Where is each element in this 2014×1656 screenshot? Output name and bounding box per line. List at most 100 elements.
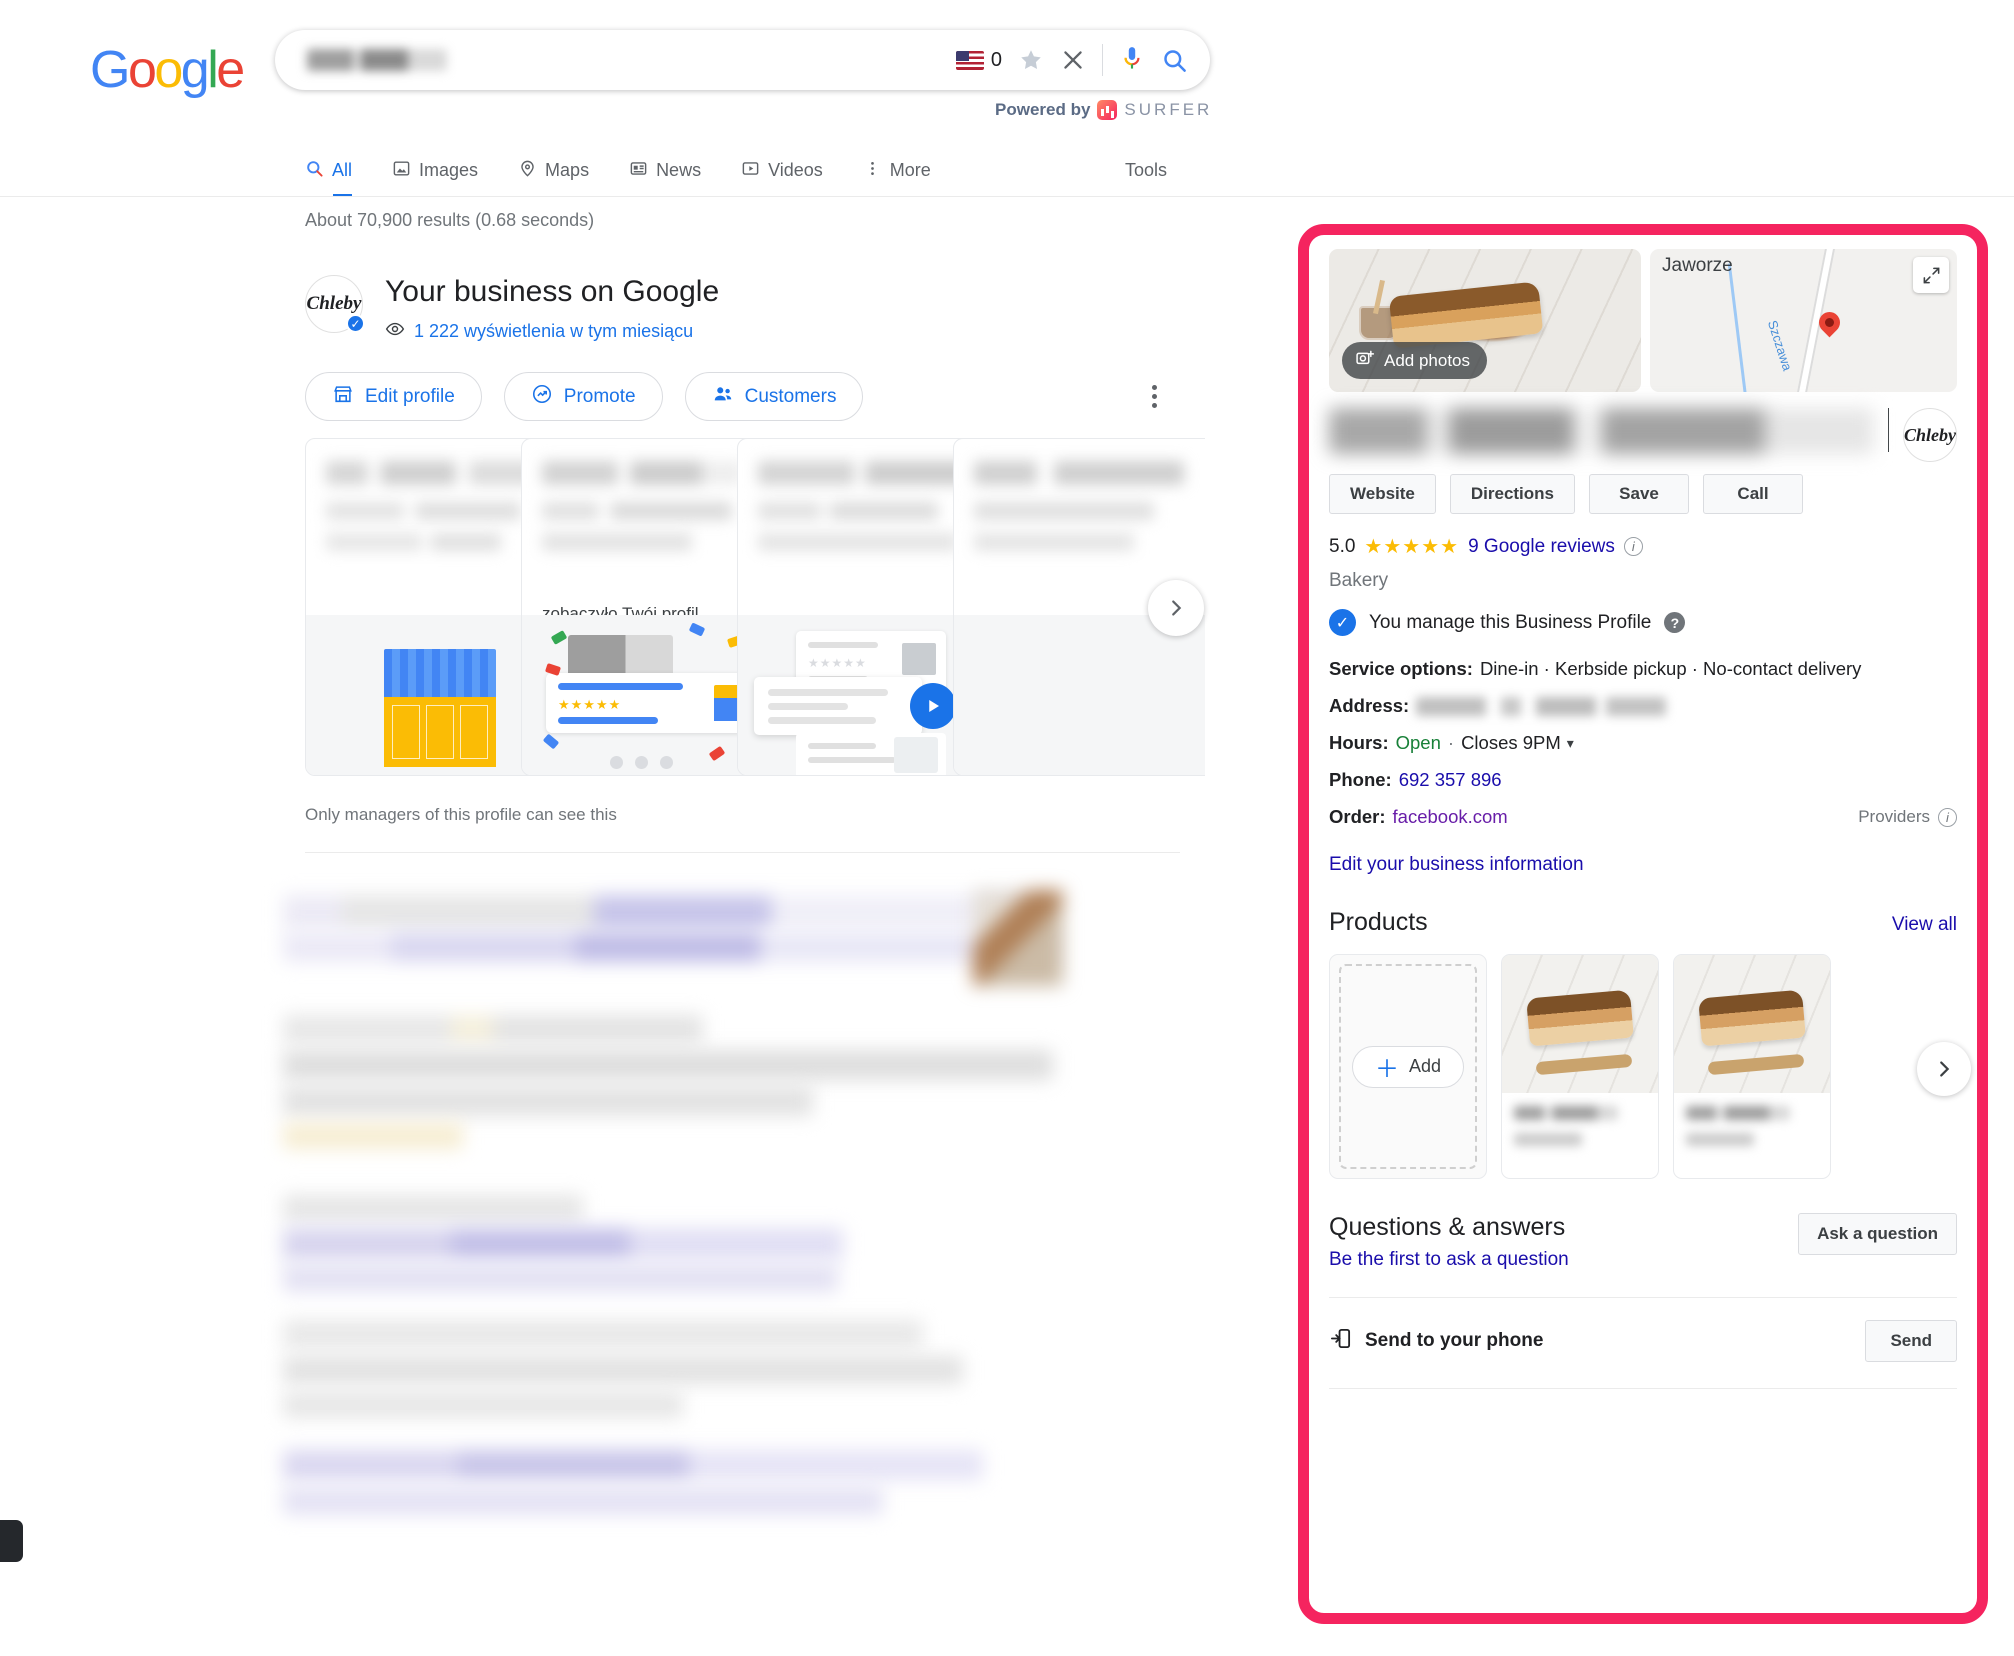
tab-all[interactable]: All [305,144,353,197]
profile-views-link[interactable]: 1 222 wyświetlenia w tym miesiącu [385,319,719,344]
close-icon[interactable] [1060,47,1086,73]
surfer-logo-icon [1097,100,1118,120]
carousel-next-button[interactable] [1148,580,1204,636]
help-icon[interactable]: ? [1664,612,1686,633]
customers-button[interactable]: Customers [684,372,864,421]
star-icon[interactable] [1018,47,1044,73]
map-river [1727,263,1748,392]
expand-icon[interactable] [1913,257,1949,293]
order-label: Order: [1329,806,1386,827]
add-product-button[interactable]: ＋ Add [1351,1045,1465,1088]
managers-note: Only managers of this profile can see th… [305,805,617,824]
tools-button[interactable]: Tools [1125,144,1167,197]
insights-carousel[interactable]: zobaczyło Twój profil… ★★★★★ ★★★★★ [305,438,1205,778]
people-icon [712,383,734,411]
tab-news[interactable]: News [629,144,701,197]
business-logo: Chleby [1903,408,1957,462]
image-icon [392,159,411,183]
google-logo[interactable]: Google [90,40,245,100]
knowledge-panel: Add photos Jaworze Szczawa Chleby Websit… [1309,235,1977,1613]
order-value[interactable]: facebook.com [1393,806,1508,828]
tab-videos[interactable]: Videos [741,144,823,197]
save-button[interactable]: Save [1589,474,1690,514]
product-price [1514,1133,1582,1146]
kp-divider [1329,1388,1957,1389]
info-icon[interactable]: i [1623,537,1643,556]
knowledge-panel-highlight: Add photos Jaworze Szczawa Chleby Websit… [1298,224,1988,1624]
send-button[interactable]: Send [1865,1320,1957,1362]
trending-up-icon [531,383,553,411]
section-divider [305,852,1180,853]
newspaper-icon [629,159,648,183]
website-button[interactable]: Website [1329,474,1436,514]
product-card[interactable] [1501,954,1659,1179]
product-price [1686,1133,1754,1146]
product-card[interactable] [1673,954,1831,1179]
play-button-icon [910,683,956,729]
edit-business-info-link[interactable]: Edit your business information [1329,854,1957,876]
order-row: Order: facebook.com Providers i [1329,806,1957,828]
promote-label: Promote [563,385,636,407]
page-header: Google 0 Powered by SURFER [0,0,2014,165]
kp-divider [1329,1297,1957,1298]
tab-images[interactable]: Images [392,144,478,197]
business-category: Bakery [1329,570,1389,591]
add-photos-button[interactable]: Add photos [1342,342,1488,379]
hours-close: Closes 9PM [1461,732,1561,753]
promote-button[interactable]: Promote [503,372,663,421]
reviews-link[interactable]: 9 Google reviews [1468,536,1615,558]
qa-ask-link[interactable]: Be the first to ask a question [1329,1249,1569,1271]
qa-title: Questions & answers [1329,1213,1566,1241]
powered-by-label: Powered by [995,100,1091,119]
providers-label-group[interactable]: Providers i [1858,807,1957,827]
products-title: Products [1329,908,1428,936]
manage-profile-text: You manage this Business Profile [1369,611,1652,633]
hours-label: Hours: [1329,732,1389,753]
address-value [1416,696,1667,716]
kebab-icon [863,159,882,183]
products-carousel[interactable]: ＋ Add [1329,954,1971,1179]
directions-button[interactable]: Directions [1449,474,1576,514]
business-photo[interactable]: Add photos [1329,249,1641,392]
tab-more-label: More [889,160,931,180]
rating-stars: ★★★★★ [1364,536,1460,558]
search-results-blurred[interactable] [283,890,1203,1550]
service-options-label: Service options: [1329,658,1473,679]
plus-icon: ＋ [1374,1056,1399,1083]
send-to-phone-label-group: Send to your phone [1329,1327,1543,1356]
tab-images-label: Images [419,160,479,180]
products-view-all-link[interactable]: View all [1892,914,1957,936]
bread-loaf [1388,281,1544,349]
search-input[interactable] [307,49,447,71]
tab-more[interactable]: More [863,144,931,197]
business-map[interactable]: Jaworze Szczawa [1650,249,1957,392]
kp-name-row: Chleby [1329,408,1957,468]
microphone-icon[interactable] [1119,45,1145,75]
us-flag-icon [955,50,984,70]
product-image [1674,955,1830,1093]
search-icon[interactable] [1161,47,1188,74]
business-logo-mark: Chleby [1904,424,1956,445]
powered-by-surfer: Powered by SURFER [995,100,1212,120]
service-options-row: Service options: Dine-in · Kerbside pick… [1329,658,1957,680]
address-label: Address: [1329,695,1410,716]
search-divider [1102,44,1103,76]
edit-profile-button[interactable]: Edit profile [305,372,482,421]
tab-maps[interactable]: Maps [518,144,589,197]
hours-row[interactable]: Hours: Open · Closes 9PM ▾ [1329,732,1957,754]
location-pin-icon [518,159,537,183]
chevron-down-icon[interactable]: ▾ [1567,735,1574,752]
search-bar[interactable]: 0 [275,30,1210,90]
language-flag-indicator[interactable]: 0 [955,49,1002,72]
product-add-card[interactable]: ＋ Add [1329,954,1487,1179]
call-button[interactable]: Call [1703,474,1804,514]
product-name [1686,1106,1790,1120]
business-name [1329,408,1874,454]
info-icon[interactable]: i [1938,807,1957,827]
products-next-button[interactable] [1917,1042,1971,1096]
phone-value[interactable]: 692 357 896 [1399,769,1502,791]
ask-question-button[interactable]: Ask a question [1798,1213,1957,1255]
page-title: Your business on Google [385,275,720,308]
more-options-icon[interactable] [1133,376,1175,418]
product-name [1514,1106,1618,1120]
